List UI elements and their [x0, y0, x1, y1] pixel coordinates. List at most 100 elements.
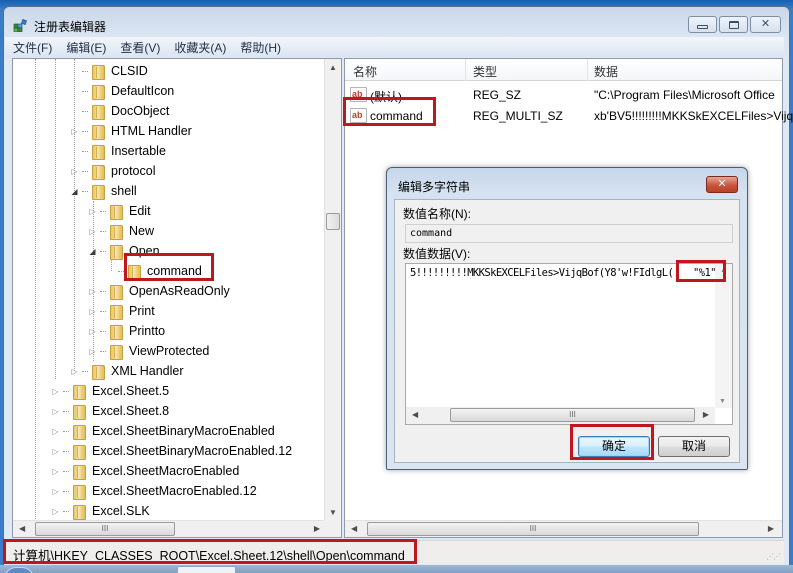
- scroll-left-arrow-icon[interactable]: ◀: [351, 524, 357, 533]
- start-button[interactable]: [4, 567, 34, 573]
- value-data-text: 5!!!!!!!!!MKKSkEXCELFiles>VijqBof(Y8'w!F…: [410, 267, 716, 279]
- value-data: "C:\Program Files\Microsoft Office: [594, 88, 775, 102]
- scroll-left-arrow-icon[interactable]: ◀: [412, 410, 418, 419]
- tree-item-excel-sheetbinarymacroenabled[interactable]: ▷ Excel.SheetBinaryMacroEnabled: [51, 421, 275, 441]
- expand-arrow-icon[interactable]: ▷: [88, 287, 97, 296]
- tree-connector: [63, 410, 69, 412]
- column-header-name[interactable]: 名称: [353, 63, 377, 80]
- textarea-vertical-scrollbar[interactable]: ▲ ▼: [715, 264, 732, 408]
- expand-arrow-icon[interactable]: ▷: [70, 367, 79, 376]
- resize-grip-icon[interactable]: ⋰⋰: [766, 552, 781, 561]
- tree-guide-line: [55, 59, 56, 379]
- expand-arrow-icon[interactable]: ▷: [88, 227, 97, 236]
- tree-item-label: Print: [129, 304, 155, 318]
- expand-arrow-icon[interactable]: ▷: [51, 447, 60, 456]
- expand-arrow-icon[interactable]: ▷: [51, 387, 60, 396]
- tree-item-xml-handler[interactable]: ▷ XML Handler: [70, 361, 184, 381]
- cancel-button[interactable]: 取消: [658, 436, 730, 457]
- tree-item-excel-slk[interactable]: ▷ Excel.SLK: [51, 501, 150, 521]
- expand-arrow-icon[interactable]: ▷: [70, 127, 79, 136]
- title-bar[interactable]: 注册表编辑器 ✕: [4, 7, 789, 37]
- scroll-thumb[interactable]: III: [35, 522, 175, 536]
- scroll-left-arrow-icon[interactable]: ◀: [19, 524, 25, 533]
- maximize-button[interactable]: [719, 16, 748, 33]
- expand-arrow-icon[interactable]: ▷: [88, 207, 97, 216]
- tree-item-label: OpenAsReadOnly: [129, 284, 230, 298]
- menu-edit[interactable]: 编辑(E): [66, 39, 106, 56]
- scroll-thumb[interactable]: III: [367, 522, 699, 536]
- tree-item-openasreadonly[interactable]: ▷ OpenAsReadOnly: [88, 281, 230, 301]
- textarea-horizontal-scrollbar[interactable]: ◀ III ▶: [406, 407, 715, 424]
- expand-arrow-icon[interactable]: ▷: [51, 407, 60, 416]
- expand-arrow-icon[interactable]: ▷: [51, 467, 60, 476]
- menu-help[interactable]: 帮助(H): [240, 39, 281, 56]
- tree-item-excel-sheetbinarymacroenabled-12[interactable]: ▷ Excel.SheetBinaryMacroEnabled.12: [51, 441, 292, 461]
- tree-item-clsid[interactable]: CLSID: [70, 61, 148, 81]
- menu-file[interactable]: 文件(F): [13, 39, 52, 56]
- scroll-up-arrow-icon[interactable]: ▲: [329, 63, 337, 72]
- tree-item-shell[interactable]: ◢ shell: [70, 181, 137, 201]
- tree-item-excel-sheetmacroenabled[interactable]: ▷ Excel.SheetMacroEnabled: [51, 461, 239, 481]
- tree-item-excel-sheetmacroenabled-12[interactable]: ▷ Excel.SheetMacroEnabled.12: [51, 481, 257, 501]
- tree-item-excel-sheet-5[interactable]: ▷ Excel.Sheet.5: [51, 381, 169, 401]
- folder-icon: [71, 484, 87, 500]
- scroll-right-arrow-icon[interactable]: ▶: [703, 410, 709, 419]
- tree-horizontal-scrollbar[interactable]: ◀ III ▶: [13, 520, 326, 537]
- tree-connector: [100, 210, 106, 212]
- column-header-type[interactable]: 类型: [473, 63, 497, 80]
- close-button[interactable]: ✕: [750, 16, 781, 33]
- tree-vertical-scrollbar[interactable]: ▲ ▼: [324, 59, 341, 521]
- folder-icon: [71, 464, 87, 480]
- value-data-textarea[interactable]: 5!!!!!!!!!MKKSkEXCELFiles>VijqBof(Y8'w!F…: [405, 263, 733, 425]
- tree-item-viewprotected[interactable]: ▷ ViewProtected: [88, 341, 209, 361]
- tree-item-label: protocol: [111, 164, 156, 178]
- tree-item-label: Excel.Sheet.8: [92, 404, 170, 418]
- scroll-down-arrow-icon[interactable]: ▼: [329, 508, 337, 517]
- folder-icon: [90, 64, 106, 80]
- collapse-arrow-icon[interactable]: ◢: [88, 247, 97, 256]
- menu-view[interactable]: 查看(V): [120, 39, 160, 56]
- dialog-close-button[interactable]: ✕: [706, 176, 738, 193]
- folder-icon: [90, 124, 106, 140]
- registry-key-tree[interactable]: CLSID DefaultIcon DocObject ▷ HTML Handler In…: [12, 58, 342, 538]
- scroll-down-arrow-icon[interactable]: ▼: [719, 398, 726, 405]
- tree-item-new[interactable]: ▷ New: [88, 221, 154, 241]
- tree-item-defaulticon[interactable]: DefaultIcon: [70, 81, 174, 101]
- tree-item-printto[interactable]: ▷ Printto: [88, 321, 165, 341]
- tree-item-edit[interactable]: ▷ Edit: [88, 201, 151, 221]
- expand-arrow-icon[interactable]: ▷: [51, 427, 60, 436]
- minimize-icon: [697, 24, 708, 29]
- tree-item-label: shell: [111, 184, 137, 198]
- folder-icon: [71, 444, 87, 460]
- expand-arrow-icon[interactable]: ▷: [51, 487, 60, 496]
- tree-item-label: Edit: [129, 204, 151, 218]
- tree-item-insertable[interactable]: Insertable: [70, 141, 166, 161]
- column-header-data[interactable]: 数据: [594, 63, 618, 80]
- column-divider[interactable]: [465, 59, 466, 81]
- menu-favorites[interactable]: 收藏夹(A): [174, 39, 226, 56]
- column-divider[interactable]: [587, 59, 588, 81]
- expand-arrow-icon[interactable]: ▷: [70, 167, 79, 176]
- expand-arrow-icon[interactable]: ▷: [88, 307, 97, 316]
- scroll-thumb[interactable]: [326, 213, 340, 230]
- tree-connector: [82, 110, 88, 112]
- folder-icon: [108, 204, 124, 220]
- scroll-thumb[interactable]: III: [450, 408, 695, 422]
- tree-item-print[interactable]: ▷ Print: [88, 301, 155, 321]
- expand-arrow-icon[interactable]: ▷: [88, 347, 97, 356]
- expand-arrow-icon[interactable]: ▷: [51, 507, 60, 516]
- expand-arrow-icon[interactable]: ▷: [88, 327, 97, 336]
- collapse-arrow-icon[interactable]: ◢: [70, 187, 79, 196]
- tree-item-docobject[interactable]: DocObject: [70, 101, 169, 121]
- scroll-right-arrow-icon[interactable]: ▶: [314, 524, 320, 533]
- tree-item-protocol[interactable]: ▷ protocol: [70, 161, 155, 181]
- taskbar-button-registry-editor[interactable]: [177, 566, 236, 573]
- scroll-right-arrow-icon[interactable]: ▶: [768, 524, 774, 533]
- tree-item-html-handler[interactable]: ▷ HTML Handler: [70, 121, 192, 141]
- tree-item-label: HTML Handler: [111, 124, 192, 138]
- values-horizontal-scrollbar[interactable]: ◀ III ▶: [345, 520, 782, 537]
- tree-item-excel-sheet-8[interactable]: ▷ Excel.Sheet.8: [51, 401, 169, 421]
- close-icon: ✕: [760, 18, 771, 30]
- minimize-button[interactable]: [688, 16, 717, 33]
- tree-connector: [63, 430, 69, 432]
